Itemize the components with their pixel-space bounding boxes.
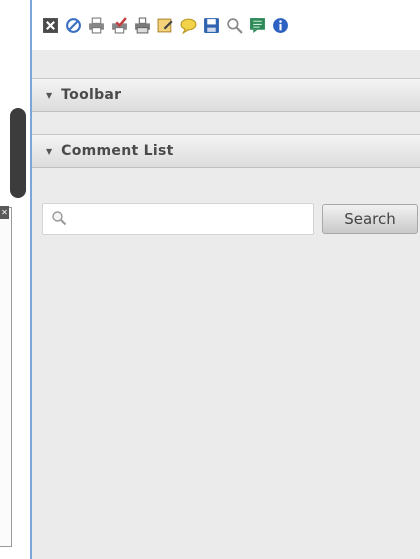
comment-list-section-header[interactable]: ▼ Comment List: [32, 134, 420, 168]
panel-spacer: [32, 50, 420, 78]
comments-panel: ▼ Toolbar ▼ Comment List Search: [30, 0, 420, 559]
print-preview-icon[interactable]: [133, 16, 152, 35]
panel-spacer: [32, 112, 420, 134]
collapse-arrow-icon: ▼: [46, 90, 53, 100]
scrollbar-thumb[interactable]: [10, 108, 26, 198]
close-icon[interactable]: [41, 16, 60, 35]
document-view-edge: ✕: [0, 0, 30, 559]
note-edit-icon[interactable]: [156, 16, 175, 35]
print-icon[interactable]: [87, 16, 106, 35]
search-field-container: [42, 203, 314, 235]
icon-toolbar: [32, 0, 420, 50]
search-input[interactable]: [73, 208, 309, 230]
comment-list-section-label: Comment List: [61, 143, 174, 159]
comment-icon[interactable]: [179, 16, 198, 35]
comment-search-row: Search: [42, 203, 418, 235]
document-page-edge: [0, 207, 12, 547]
app-window: ✕ ▼ Toolbar ▼ Comment List Search: [0, 0, 420, 559]
close-icon[interactable]: ✕: [0, 206, 9, 219]
collapse-arrow-icon: ▼: [46, 146, 53, 156]
no-entry-icon[interactable]: [64, 16, 83, 35]
info-icon[interactable]: [271, 16, 290, 35]
search-button[interactable]: Search: [322, 204, 418, 234]
comment-list-icon[interactable]: [248, 16, 267, 35]
toolbar-section-label: Toolbar: [61, 87, 122, 103]
toolbar-section-header[interactable]: ▼ Toolbar: [32, 78, 420, 112]
print-check-icon[interactable]: [110, 16, 129, 35]
search-icon: [51, 210, 67, 226]
save-icon[interactable]: [202, 16, 221, 35]
search-icon[interactable]: [225, 16, 244, 35]
